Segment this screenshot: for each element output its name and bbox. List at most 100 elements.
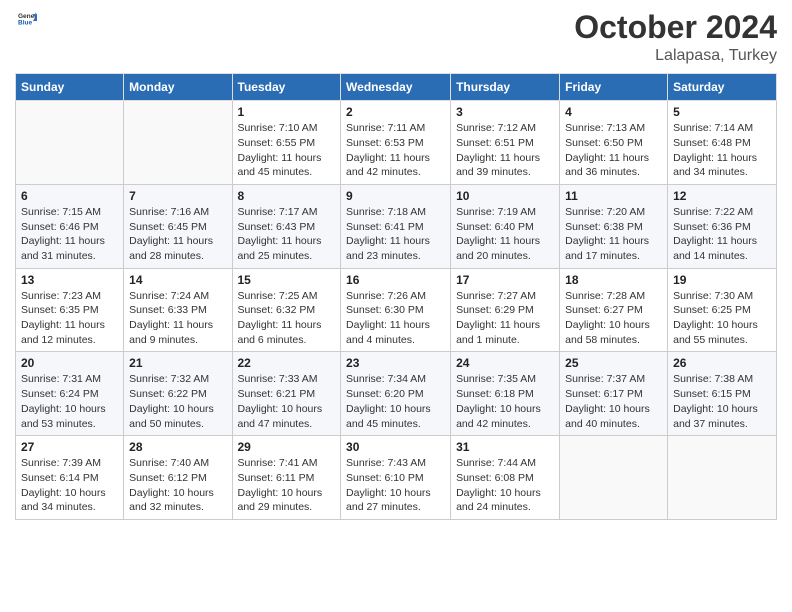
calendar-cell: 15 Sunrise: 7:25 AM Sunset: 6:32 PM Dayli… [232,268,341,352]
day-info: Sunrise: 7:14 AM Sunset: 6:48 PM Dayligh… [673,122,757,178]
day-info: Sunrise: 7:20 AM Sunset: 6:38 PM Dayligh… [565,206,649,262]
day-info: Sunrise: 7:28 AM Sunset: 6:27 PM Dayligh… [565,290,650,346]
day-number: 7 [129,189,226,203]
day-number: 27 [21,440,118,454]
calendar-cell: 11 Sunrise: 7:20 AM Sunset: 6:38 PM Dayli… [560,184,668,268]
calendar-cell [560,436,668,520]
day-info: Sunrise: 7:19 AM Sunset: 6:40 PM Dayligh… [456,206,540,262]
day-number: 20 [21,356,118,370]
calendar-cell: 28 Sunrise: 7:40 AM Sunset: 6:12 PM Dayli… [124,436,232,520]
day-number: 4 [565,105,662,119]
day-info: Sunrise: 7:39 AM Sunset: 6:14 PM Dayligh… [21,457,106,513]
week-row-1: 1 Sunrise: 7:10 AM Sunset: 6:55 PM Daylig… [16,101,777,185]
title-block: October 2024 Lalapasa, Turkey [574,10,777,65]
header: General Blue October 2024 Lalapasa, Turk… [15,10,777,65]
day-number: 26 [673,356,771,370]
day-info: Sunrise: 7:16 AM Sunset: 6:45 PM Dayligh… [129,206,213,262]
calendar-cell: 6 Sunrise: 7:15 AM Sunset: 6:46 PM Daylig… [16,184,124,268]
calendar-cell: 24 Sunrise: 7:35 AM Sunset: 6:18 PM Dayli… [451,352,560,436]
weekday-header-tuesday: Tuesday [232,74,341,101]
calendar-cell [124,101,232,185]
calendar-cell: 18 Sunrise: 7:28 AM Sunset: 6:27 PM Dayli… [560,268,668,352]
day-info: Sunrise: 7:24 AM Sunset: 6:33 PM Dayligh… [129,290,213,346]
day-number: 17 [456,273,554,287]
day-info: Sunrise: 7:37 AM Sunset: 6:17 PM Dayligh… [565,373,650,429]
calendar-cell: 17Sunrise: 7:27 AM Sunset: 6:29 PM Dayli… [451,268,560,352]
day-info: Sunrise: 7:40 AM Sunset: 6:12 PM Dayligh… [129,457,214,513]
day-info: Sunrise: 7:10 AM Sunset: 6:55 PM Dayligh… [238,122,322,178]
calendar-cell: 20 Sunrise: 7:31 AM Sunset: 6:24 PM Dayli… [16,352,124,436]
calendar-cell: 22Sunrise: 7:33 AM Sunset: 6:21 PM Dayli… [232,352,341,436]
calendar-cell: 23Sunrise: 7:34 AM Sunset: 6:20 PM Dayli… [341,352,451,436]
day-info: Sunrise: 7:25 AM Sunset: 6:32 PM Dayligh… [238,290,322,346]
day-number: 13 [21,273,118,287]
day-number: 25 [565,356,662,370]
week-row-3: 13 Sunrise: 7:23 AM Sunset: 6:35 PM Dayli… [16,268,777,352]
logo-icon: General Blue [15,10,37,35]
weekday-header-friday: Friday [560,74,668,101]
calendar-page: General Blue October 2024 Lalapasa, Turk… [0,0,792,612]
day-number: 2 [346,105,445,119]
calendar-cell: 2 Sunrise: 7:11 AM Sunset: 6:53 PM Daylig… [341,101,451,185]
week-row-5: 27 Sunrise: 7:39 AM Sunset: 6:14 PM Dayli… [16,436,777,520]
day-number: 14 [129,273,226,287]
weekday-header-wednesday: Wednesday [341,74,451,101]
calendar-cell: 26 Sunrise: 7:38 AM Sunset: 6:15 PM Dayli… [668,352,777,436]
day-number: 10 [456,189,554,203]
day-info: Sunrise: 7:35 AM Sunset: 6:18 PM Dayligh… [456,373,541,429]
day-info: Sunrise: 7:44 AM Sunset: 6:08 PM Dayligh… [456,457,541,513]
calendar-cell: 31Sunrise: 7:44 AM Sunset: 6:08 PM Dayli… [451,436,560,520]
calendar-cell: 30 Sunrise: 7:43 AM Sunset: 6:10 PM Dayli… [341,436,451,520]
calendar-cell: 19Sunrise: 7:30 AM Sunset: 6:25 PM Dayli… [668,268,777,352]
day-number: 28 [129,440,226,454]
day-info: Sunrise: 7:18 AM Sunset: 6:41 PM Dayligh… [346,206,430,262]
calendar-cell: 7 Sunrise: 7:16 AM Sunset: 6:45 PM Daylig… [124,184,232,268]
day-info: Sunrise: 7:41 AM Sunset: 6:11 PM Dayligh… [238,457,323,513]
day-info: Sunrise: 7:11 AM Sunset: 6:53 PM Dayligh… [346,122,430,178]
weekday-header-saturday: Saturday [668,74,777,101]
day-info: Sunrise: 7:43 AM Sunset: 6:10 PM Dayligh… [346,457,431,513]
day-number: 6 [21,189,118,203]
day-number: 11 [565,189,662,203]
calendar-table: SundayMondayTuesdayWednesdayThursdayFrid… [15,73,777,520]
calendar-cell: 29 Sunrise: 7:41 AM Sunset: 6:11 PM Dayli… [232,436,341,520]
calendar-cell: 25 Sunrise: 7:37 AM Sunset: 6:17 PM Dayli… [560,352,668,436]
calendar-cell: 3 Sunrise: 7:12 AM Sunset: 6:51 PM Daylig… [451,101,560,185]
day-info: Sunrise: 7:30 AM Sunset: 6:25 PM Dayligh… [673,290,758,346]
calendar-cell: 4 Sunrise: 7:13 AM Sunset: 6:50 PM Daylig… [560,101,668,185]
calendar-cell [16,101,124,185]
calendar-cell [668,436,777,520]
week-row-4: 20 Sunrise: 7:31 AM Sunset: 6:24 PM Dayli… [16,352,777,436]
day-info: Sunrise: 7:12 AM Sunset: 6:51 PM Dayligh… [456,122,540,178]
day-info: Sunrise: 7:22 AM Sunset: 6:36 PM Dayligh… [673,206,757,262]
day-info: Sunrise: 7:17 AM Sunset: 6:43 PM Dayligh… [238,206,322,262]
calendar-cell: 9Sunrise: 7:18 AM Sunset: 6:41 PM Daylig… [341,184,451,268]
logo: General Blue [15,10,37,35]
calendar-cell: 1 Sunrise: 7:10 AM Sunset: 6:55 PM Daylig… [232,101,341,185]
weekday-header-thursday: Thursday [451,74,560,101]
calendar-cell: 13 Sunrise: 7:23 AM Sunset: 6:35 PM Dayli… [16,268,124,352]
day-info: Sunrise: 7:32 AM Sunset: 6:22 PM Dayligh… [129,373,214,429]
calendar-cell: 14 Sunrise: 7:24 AM Sunset: 6:33 PM Dayli… [124,268,232,352]
day-number: 8 [238,189,336,203]
day-number: 15 [238,273,336,287]
day-info: Sunrise: 7:31 AM Sunset: 6:24 PM Dayligh… [21,373,106,429]
day-info: Sunrise: 7:15 AM Sunset: 6:46 PM Dayligh… [21,206,105,262]
day-number: 24 [456,356,554,370]
day-number: 29 [238,440,336,454]
day-number: 3 [456,105,554,119]
day-info: Sunrise: 7:33 AM Sunset: 6:21 PM Dayligh… [238,373,323,429]
calendar-cell: 5Sunrise: 7:14 AM Sunset: 6:48 PM Daylig… [668,101,777,185]
day-info: Sunrise: 7:13 AM Sunset: 6:50 PM Dayligh… [565,122,649,178]
day-number: 30 [346,440,445,454]
day-number: 18 [565,273,662,287]
week-row-2: 6 Sunrise: 7:15 AM Sunset: 6:46 PM Daylig… [16,184,777,268]
day-number: 23 [346,356,445,370]
day-info: Sunrise: 7:23 AM Sunset: 6:35 PM Dayligh… [21,290,105,346]
calendar-cell: 12 Sunrise: 7:22 AM Sunset: 6:36 PM Dayli… [668,184,777,268]
calendar-cell: 27 Sunrise: 7:39 AM Sunset: 6:14 PM Dayli… [16,436,124,520]
day-number: 1 [238,105,336,119]
day-number: 16 [346,273,445,287]
day-number: 12 [673,189,771,203]
day-info: Sunrise: 7:38 AM Sunset: 6:15 PM Dayligh… [673,373,758,429]
